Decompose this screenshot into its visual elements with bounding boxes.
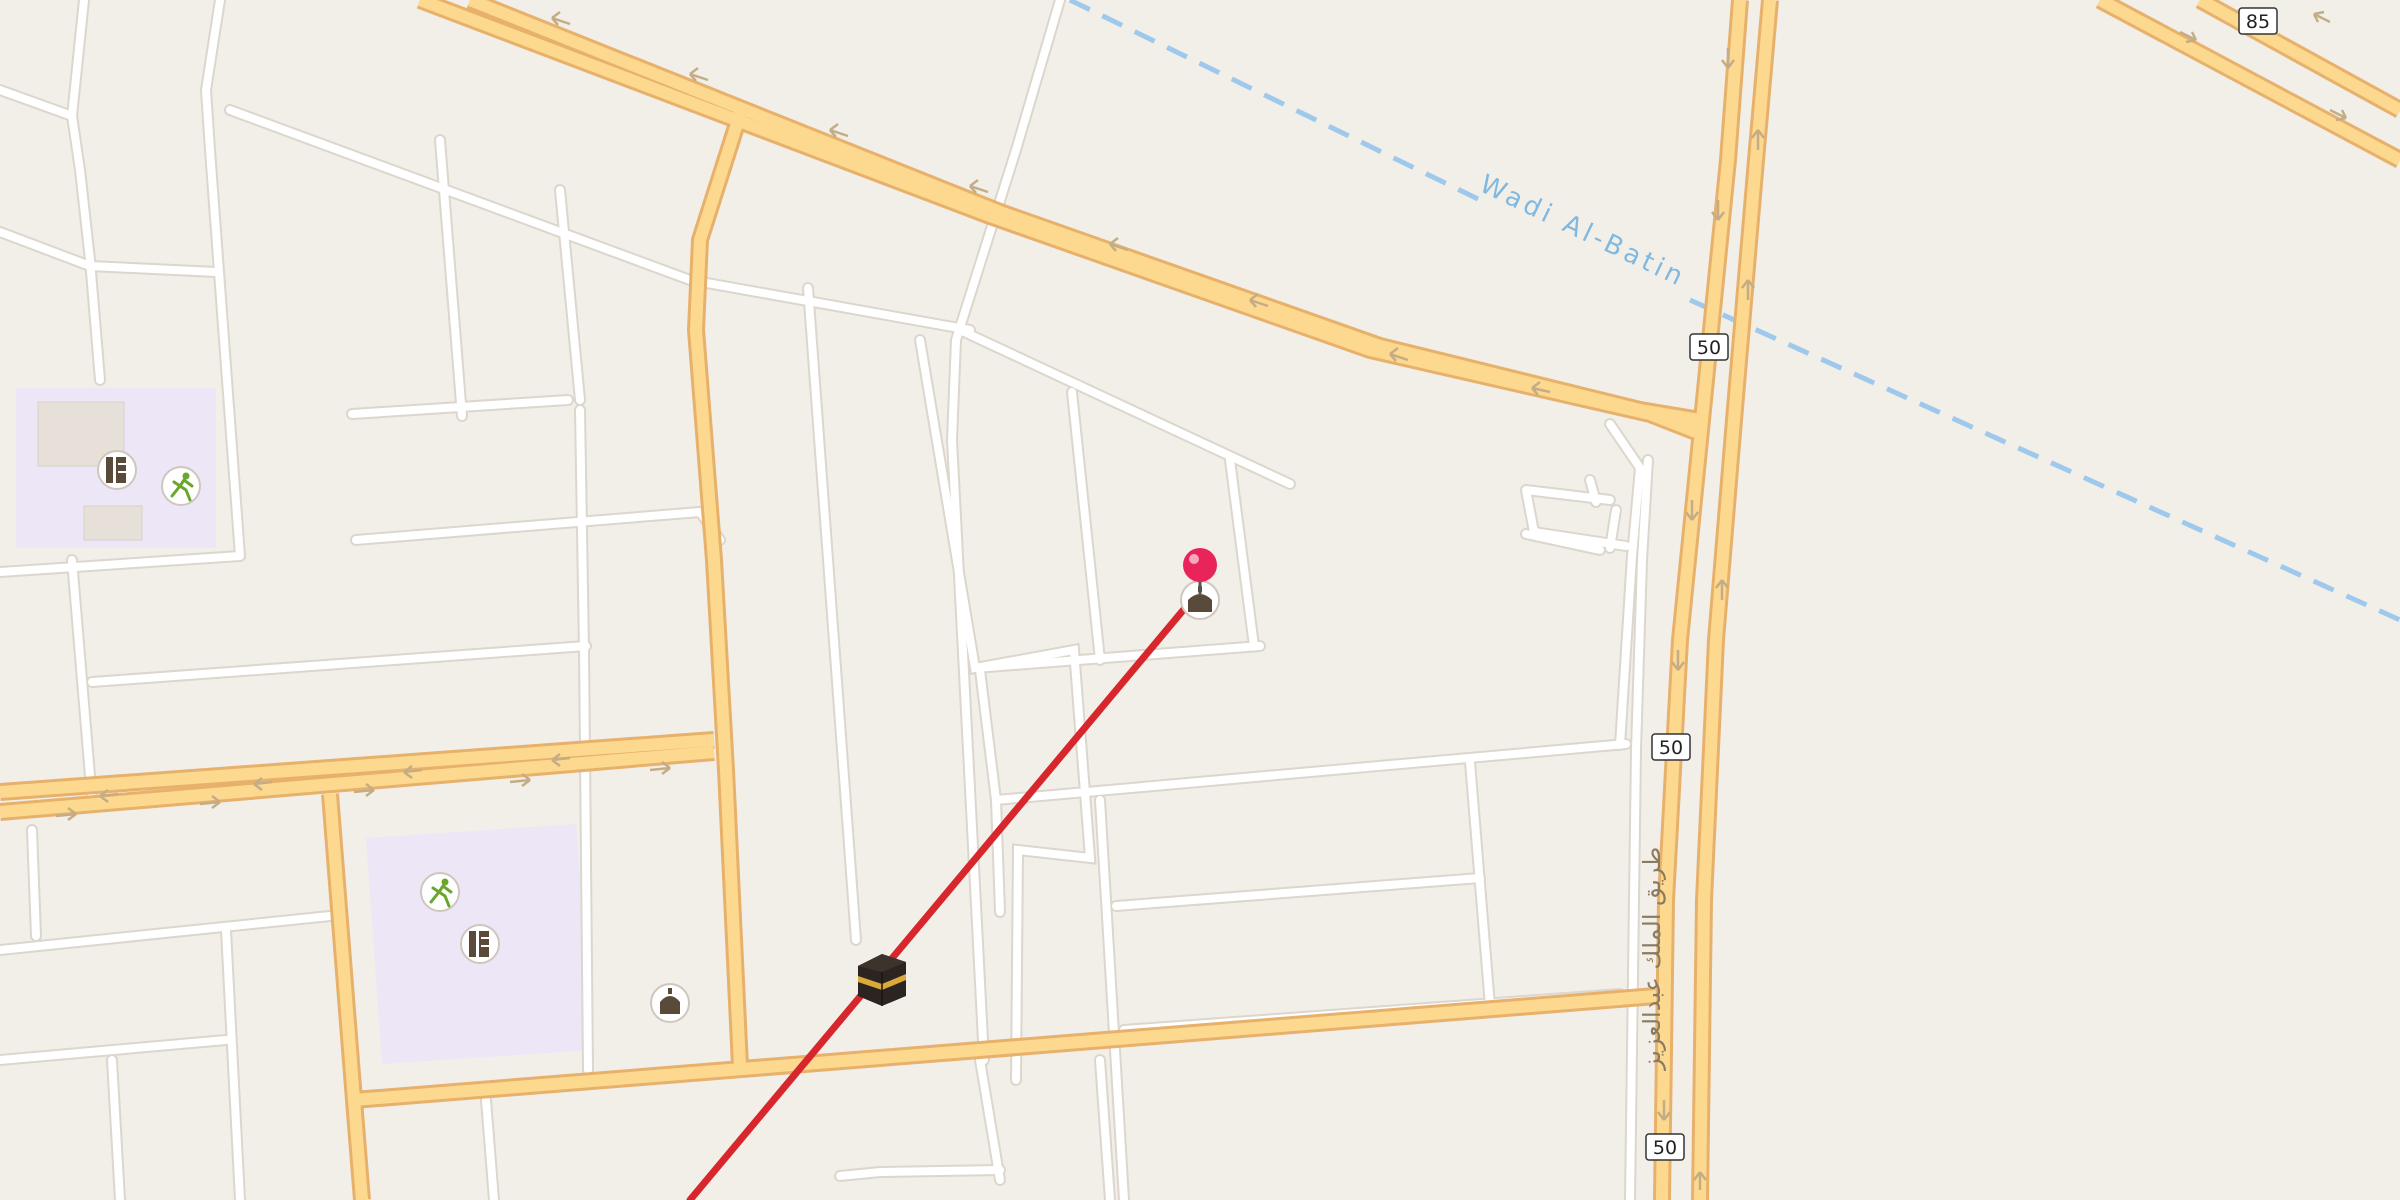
svg-text:50: 50 — [1697, 337, 1721, 359]
route-shield-50[interactable]: 50 — [1689, 333, 1729, 361]
building — [83, 505, 143, 541]
school-icon[interactable] — [97, 450, 137, 490]
route-shield-50[interactable]: 50 — [1645, 1133, 1685, 1161]
mosque-icon[interactable] — [650, 983, 690, 1023]
school-icon[interactable] — [460, 924, 500, 964]
map-canvas[interactable]: Wadi Al-Batin طريق الملك عبدالعزيز 50 50… — [0, 0, 2400, 1200]
route-shield-85[interactable]: 85 — [2238, 7, 2278, 35]
svg-text:50: 50 — [1653, 1137, 1677, 1159]
svg-text:50: 50 — [1659, 737, 1683, 759]
sports-icon[interactable] — [420, 872, 460, 912]
sports-icon[interactable] — [161, 466, 201, 506]
route-shield-50[interactable]: 50 — [1651, 733, 1691, 761]
svg-text:85: 85 — [2246, 11, 2270, 33]
road-name-label: طريق الملك عبدالعزيز — [1638, 847, 1666, 1071]
